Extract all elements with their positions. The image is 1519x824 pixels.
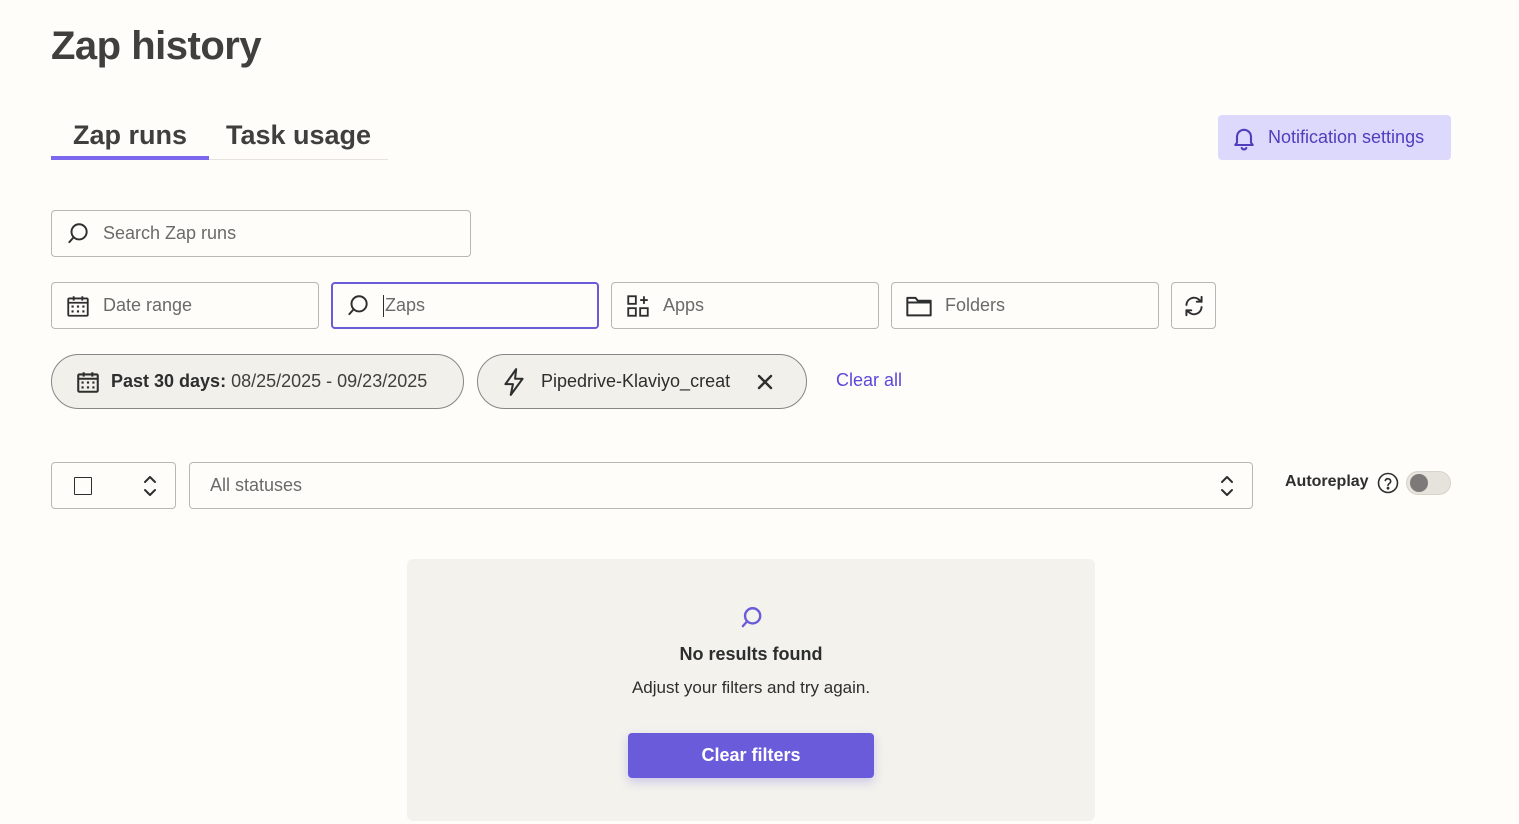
tab-task-usage[interactable]: Task usage [209, 114, 388, 160]
clear-all-link[interactable]: Clear all [836, 370, 902, 391]
tab-zap-runs[interactable]: Zap runs [51, 114, 209, 160]
autoreplay-label: Autoreplay [1285, 473, 1369, 490]
refresh-icon [1181, 293, 1207, 319]
apps-grid-icon [625, 293, 651, 319]
calendar-icon [75, 369, 101, 395]
tab-bar: Zap runs Task usage [51, 114, 388, 160]
status-select-value: All statuses [210, 475, 303, 495]
empty-state-title: No results found [679, 644, 823, 664]
zap-chip-label: Pipedrive-Klaviyo_creat [541, 371, 731, 391]
search-icon [65, 221, 91, 247]
zap-filter-chip[interactable]: Pipedrive-Klaviyo_creat [477, 354, 807, 409]
search-zap-runs-input[interactable]: Search Zap runs [51, 210, 471, 257]
calendar-icon [65, 293, 91, 319]
notification-settings-button[interactable]: Notification settings [1218, 115, 1451, 160]
date-range-placeholder: Date range [103, 295, 193, 315]
clear-filters-button[interactable]: Clear filters [628, 733, 874, 778]
help-icon[interactable] [1377, 472, 1399, 494]
lightning-icon [501, 367, 527, 397]
zaps-filter-input[interactable]: Zaps [331, 282, 599, 329]
close-icon[interactable] [756, 373, 774, 391]
status-select[interactable]: All statuses [189, 462, 1253, 509]
search-icon [738, 605, 764, 631]
zaps-placeholder: Zaps [385, 295, 426, 315]
empty-state-message: Adjust your filters and try again. [631, 678, 871, 697]
date-filter-chip[interactable]: Past 30 days: 08/25/2025 - 09/23/2025 [51, 354, 464, 409]
folders-filter[interactable]: Folders [891, 282, 1159, 329]
bell-icon [1230, 124, 1258, 152]
apps-filter[interactable]: Apps [611, 282, 879, 329]
select-all-checkbox[interactable] [74, 477, 92, 495]
toggle-knob [1410, 474, 1428, 492]
folder-icon [905, 293, 933, 319]
notification-settings-label: Notification settings [1268, 127, 1425, 147]
empty-state-card: No results found Adjust your filters and… [407, 559, 1095, 821]
folders-placeholder: Folders [945, 295, 1006, 315]
date-range-filter[interactable]: Date range [51, 282, 319, 329]
bulk-select-dropdown[interactable] [51, 462, 176, 509]
chevron-updown-icon [1218, 473, 1236, 499]
date-chip-label: Past 30 days: [111, 371, 227, 391]
chevron-updown-icon [141, 473, 159, 499]
autoreplay-toggle[interactable] [1406, 471, 1451, 495]
search-placeholder: Search Zap runs [103, 223, 237, 243]
page-title: Zap history [51, 24, 262, 68]
refresh-button[interactable] [1171, 282, 1216, 329]
text-cursor [383, 294, 384, 317]
apps-placeholder: Apps [663, 295, 705, 315]
search-icon [345, 293, 371, 319]
date-chip-value: 08/25/2025 - 09/23/2025 [231, 371, 428, 391]
